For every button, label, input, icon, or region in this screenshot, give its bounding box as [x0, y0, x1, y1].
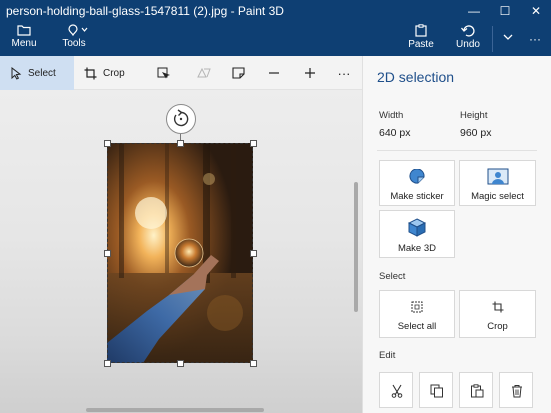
horizontal-scrollbar[interactable]: [86, 408, 264, 412]
select-tool-label: Select: [28, 67, 56, 79]
cut-button[interactable]: [379, 372, 413, 408]
minimize-button[interactable]: —: [459, 0, 489, 22]
resize-handle-right[interactable]: [250, 250, 257, 257]
height-value[interactable]: 960 px: [460, 127, 492, 139]
resize-handle-bottom[interactable]: [177, 360, 184, 367]
undo-icon: [461, 25, 475, 37]
more-options-button[interactable]: ···: [522, 22, 548, 56]
title-bar: person-holding-ball-glass-1547811 (2).jp…: [0, 0, 551, 22]
magic-select-person-icon: [487, 168, 508, 185]
crop-tool-label: Crop: [103, 67, 125, 79]
zoom-out-icon: [269, 72, 279, 74]
close-button[interactable]: ✕: [521, 0, 551, 22]
zoom-out-tool[interactable]: [262, 56, 286, 90]
delete-icon: [512, 385, 522, 398]
sticker-icon: [409, 169, 425, 184]
magic-select-icon: [157, 67, 170, 79]
width-label: Width: [379, 110, 404, 121]
magic-select-tool[interactable]: [152, 56, 176, 90]
panel-crop-button[interactable]: Crop: [459, 290, 536, 338]
vertical-scrollbar[interactable]: [354, 182, 358, 312]
folder-icon: [17, 25, 31, 36]
edit-section-label: Edit: [379, 350, 396, 361]
tools-label: Tools: [62, 38, 86, 49]
panel-crop-label: Crop: [487, 321, 508, 332]
rotate-icon: [173, 109, 189, 127]
magic-select-label: Magic select: [471, 191, 524, 202]
tools-button[interactable]: Tools: [58, 22, 96, 56]
menu-label: Menu: [11, 38, 37, 49]
copy-icon: [430, 384, 443, 398]
select-cursor-icon: [11, 66, 22, 80]
side-panel: 2D selection Width 640 px Height 960 px …: [362, 56, 551, 413]
sticker-shape-icon: [231, 67, 245, 79]
selection-toolbar: Select Crop ···: [0, 56, 362, 90]
resize-handle-top[interactable]: [177, 140, 184, 147]
ribbon: Menu Tools Paste Undo ···: [0, 22, 551, 56]
select-section-label: Select: [379, 271, 406, 282]
cut-icon: [391, 384, 403, 398]
selection-marquee[interactable]: [107, 143, 253, 363]
paste-icon: [471, 384, 484, 398]
make-sticker-label: Make sticker: [390, 191, 444, 202]
flip-tool: [192, 56, 216, 90]
make-3d-button[interactable]: Make 3D: [379, 210, 455, 258]
undo-dropdown-button[interactable]: [497, 22, 519, 56]
resize-handle-top-left[interactable]: [104, 140, 111, 147]
panel-divider: [377, 150, 537, 151]
paste-label: Paste: [408, 39, 434, 50]
resize-handle-bottom-left[interactable]: [104, 360, 111, 367]
panel-paste-button[interactable]: [459, 372, 493, 408]
copy-button[interactable]: [419, 372, 453, 408]
canvas-area[interactable]: [0, 90, 362, 413]
magic-select-button[interactable]: Magic select: [459, 160, 536, 206]
width-value[interactable]: 640 px: [379, 127, 411, 139]
crop-icon: [492, 301, 503, 313]
menu-button[interactable]: Menu: [8, 22, 40, 56]
chevron-down-icon: [503, 34, 513, 40]
cube-icon: [408, 218, 426, 237]
flip-icon: [197, 67, 211, 78]
make-sticker-button[interactable]: Make sticker: [379, 160, 455, 206]
maximize-button[interactable]: ☐: [490, 0, 520, 22]
resize-handle-bottom-right[interactable]: [250, 360, 257, 367]
select-all-icon: [411, 301, 423, 313]
toolbar-more-button[interactable]: ···: [332, 56, 356, 90]
panel-title: 2D selection: [377, 69, 455, 85]
zoom-in-tool[interactable]: [298, 56, 322, 90]
undo-button[interactable]: Undo: [452, 22, 484, 56]
pin-icon: [68, 24, 88, 36]
sticker-shape-tool[interactable]: [226, 56, 250, 90]
paste-button[interactable]: Paste: [405, 22, 437, 56]
resize-handle-left[interactable]: [104, 250, 111, 257]
resize-handle-top-right[interactable]: [250, 140, 257, 147]
rotate-handle[interactable]: [166, 104, 196, 134]
select-tool[interactable]: Select: [0, 56, 74, 90]
select-all-button[interactable]: Select all: [379, 290, 455, 338]
delete-button[interactable]: [499, 372, 533, 408]
window-title: person-holding-ball-glass-1547811 (2).jp…: [6, 4, 284, 18]
paste-icon: [415, 24, 427, 37]
ribbon-divider: [492, 26, 493, 52]
crop-icon: [84, 67, 97, 79]
undo-label: Undo: [456, 39, 480, 50]
zoom-in-icon: [305, 68, 315, 78]
height-label: Height: [460, 110, 488, 121]
select-all-label: Select all: [397, 321, 437, 332]
crop-tool[interactable]: Crop: [84, 56, 138, 90]
make-3d-label: Make 3D: [397, 243, 436, 254]
